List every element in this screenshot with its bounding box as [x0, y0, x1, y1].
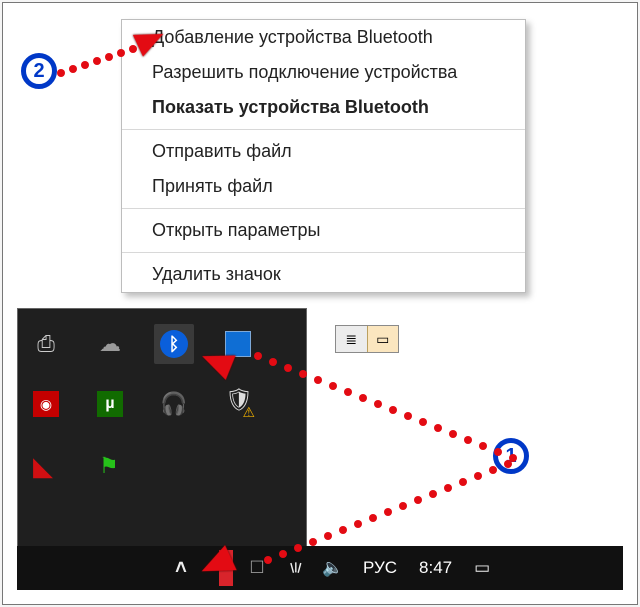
- bluetooth-tray-icon[interactable]: ᛒ: [154, 324, 194, 364]
- menu-item-label: Открыть параметры: [152, 220, 320, 240]
- cloud-icon[interactable]: [90, 324, 130, 364]
- menu-item-remove-icon[interactable]: Удалить значок: [122, 257, 525, 292]
- annotated-screenshot: Добавление устройства Bluetooth Разрешит…: [2, 2, 638, 605]
- menu-item-label: Отправить файл: [152, 141, 292, 161]
- menu-item-label: Разрешить подключение устройства: [152, 62, 457, 82]
- annotation-badge-2: 2: [21, 53, 57, 89]
- usb-icon[interactable]: [26, 324, 66, 364]
- camera-icon[interactable]: ◉: [26, 384, 66, 424]
- headset-icon[interactable]: [154, 384, 194, 424]
- menu-item-label: Принять файл: [152, 176, 273, 196]
- menu-separator: [122, 208, 525, 209]
- menu-item-allow-device-connection[interactable]: Разрешить подключение устройства: [122, 55, 525, 90]
- warning-flag-icon[interactable]: [26, 444, 66, 484]
- menu-item-label: Добавление устройства Bluetooth: [152, 27, 433, 47]
- menu-item-label: Показать устройства Bluetooth: [152, 97, 429, 117]
- menu-separator: [122, 252, 525, 253]
- menu-separator: [122, 129, 525, 130]
- bluetooth-context-menu: Добавление устройства Bluetooth Разрешит…: [121, 19, 526, 293]
- menu-item-show-bluetooth-devices[interactable]: Показать устройства Bluetooth: [122, 90, 525, 125]
- tray-chevron-icon[interactable]: [167, 554, 195, 582]
- menu-item-add-bluetooth-device[interactable]: Добавление устройства Bluetooth: [122, 20, 525, 55]
- utorrent-icon[interactable]: µ: [90, 384, 130, 424]
- annotation-arrow-1-bottom: [218, 458, 518, 578]
- menu-item-open-settings[interactable]: Открыть параметры: [122, 213, 525, 248]
- menu-item-label: Удалить значок: [152, 264, 281, 284]
- menu-item-send-file[interactable]: Отправить файл: [122, 134, 525, 169]
- green-flag-icon[interactable]: [90, 444, 130, 484]
- annotation-arrow-1-top: [213, 338, 523, 468]
- menu-item-receive-file[interactable]: Принять файл: [122, 169, 525, 204]
